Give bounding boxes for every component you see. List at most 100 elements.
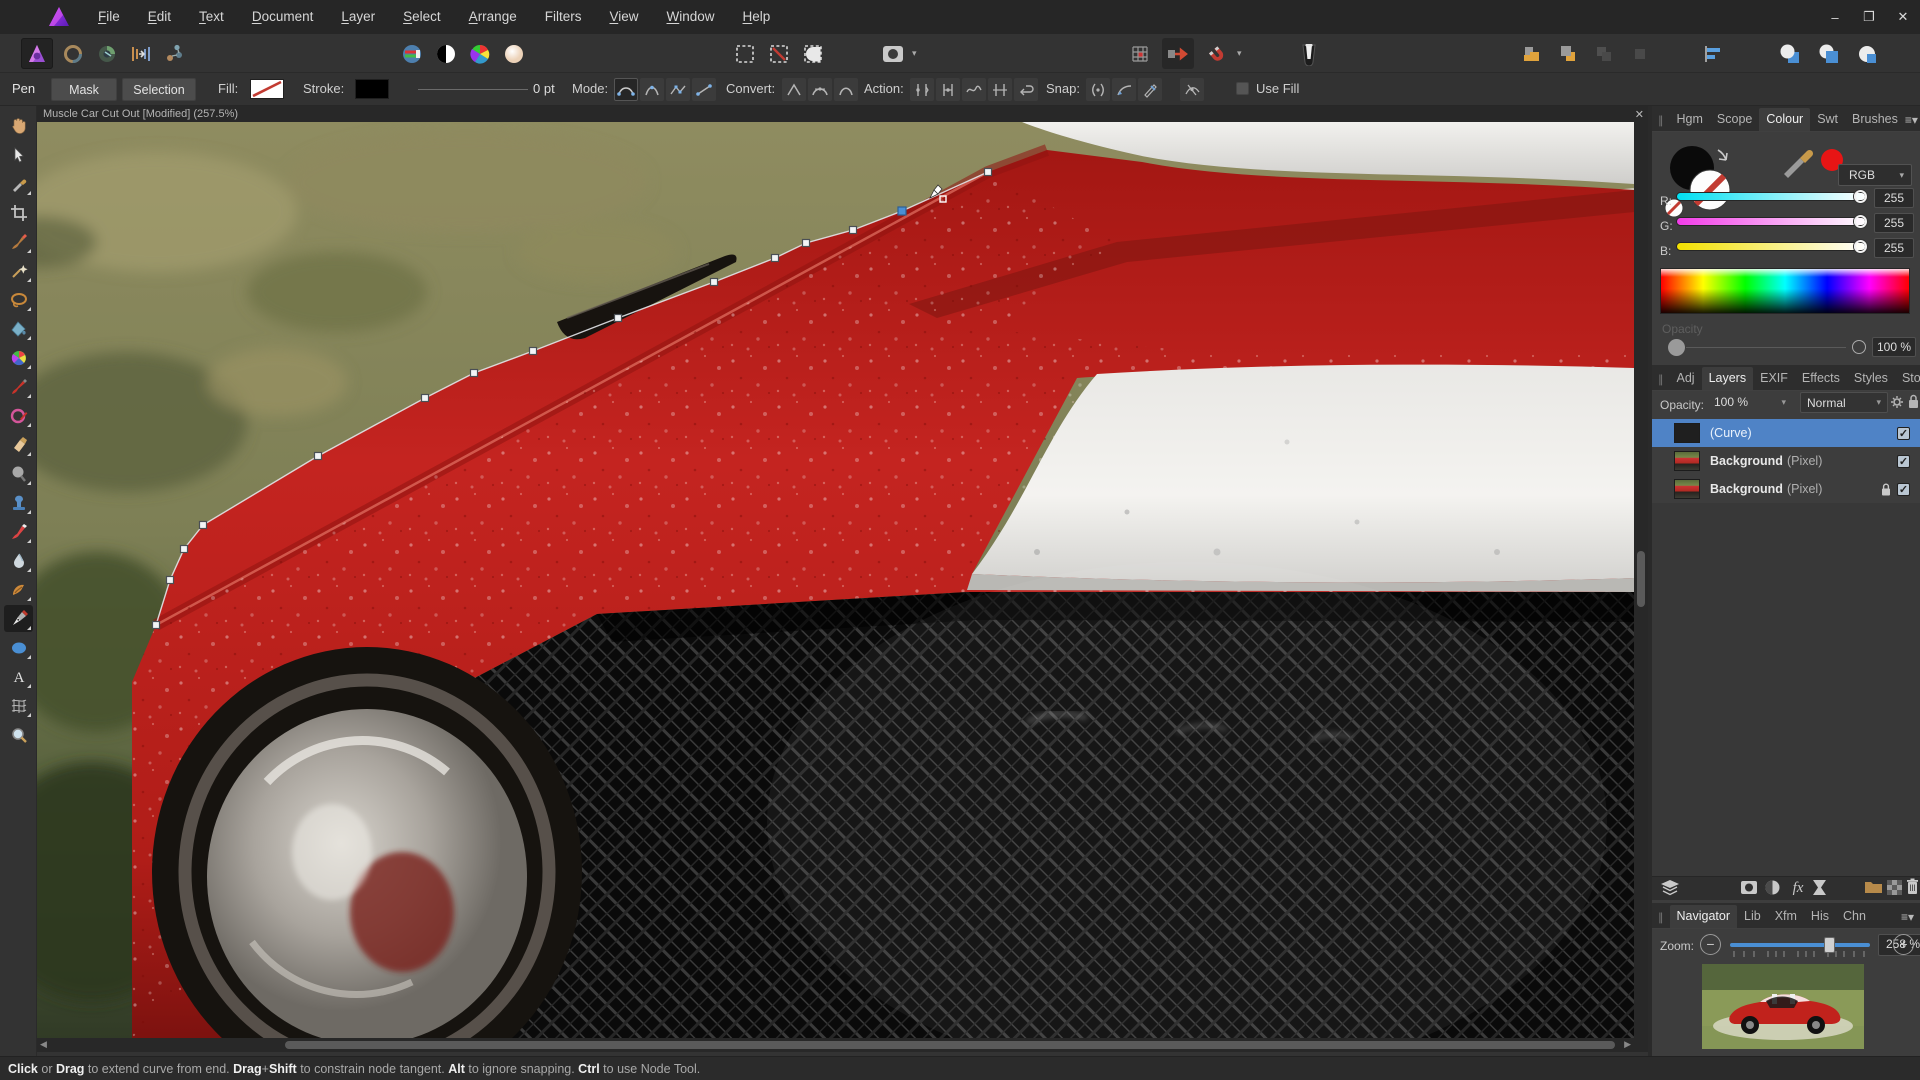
erase-brush-tool-icon[interactable]	[4, 431, 33, 458]
tab-navigator[interactable]: Navigator	[1670, 905, 1738, 928]
export-persona-icon[interactable]	[159, 38, 191, 69]
minimize-button[interactable]: –	[1818, 0, 1852, 34]
freehand-selection-tool-icon[interactable]	[4, 286, 33, 313]
tab-exif[interactable]: EXIF	[1753, 367, 1795, 390]
move-backward-icon[interactable]	[1624, 38, 1656, 69]
blend-options-gear-icon[interactable]	[1890, 395, 1904, 409]
new-mask-icon[interactable]	[877, 38, 909, 69]
gradient-tool-icon[interactable]	[4, 344, 33, 371]
action-break-curve-button[interactable]	[910, 78, 934, 101]
document-close-icon[interactable]: ✕	[1635, 108, 1644, 121]
fill-swatch[interactable]	[250, 79, 284, 99]
tone-mapping-persona-icon[interactable]	[125, 38, 157, 69]
colour-opacity-slider[interactable]	[1686, 347, 1846, 348]
close-button[interactable]: ✕	[1886, 0, 1920, 34]
action-reverse-curve-button[interactable]	[1014, 78, 1038, 101]
group-layers-icon[interactable]	[1864, 879, 1883, 895]
tab-effects[interactable]: Effects	[1795, 367, 1847, 390]
tab-swatches[interactable]: Swt	[1810, 108, 1845, 131]
blur-brush-tool-icon[interactable]	[4, 547, 33, 574]
auto-contrast-icon[interactable]	[430, 38, 462, 69]
shape-tool-icon[interactable]	[4, 634, 33, 661]
stroke-width-slider[interactable]	[418, 89, 528, 90]
text-tool-icon[interactable]: A	[4, 663, 33, 690]
assistant-manager-icon[interactable]	[1293, 38, 1325, 69]
new-mask-layer-icon[interactable]	[1740, 879, 1758, 896]
snapping-dropdown-caret[interactable]: ▾	[1237, 48, 1242, 59]
pen-mode-button[interactable]	[614, 78, 638, 101]
layers-drag-handle[interactable]: ∥	[1658, 373, 1664, 386]
canvas[interactable]	[37, 122, 1634, 1038]
zoom-in-button[interactable]: +	[1893, 934, 1914, 955]
move-tool-icon[interactable]	[4, 141, 33, 168]
auto-levels-icon[interactable]	[396, 38, 428, 69]
curve-layer-thumbnail[interactable]	[1674, 423, 1700, 443]
blue-slider-knob[interactable]	[1854, 240, 1867, 253]
vertical-scrollbar[interactable]	[1634, 122, 1648, 1052]
use-fill-checkbox[interactable]	[1236, 82, 1249, 95]
navigator-drag-handle[interactable]: ∥	[1658, 911, 1664, 924]
tab-colour[interactable]: Colour	[1759, 108, 1810, 131]
insert-behind-icon[interactable]	[1516, 38, 1548, 69]
menu-window[interactable]: Window	[653, 0, 729, 34]
flood-select-tool-icon[interactable]	[4, 257, 33, 284]
menu-filters[interactable]: Filters	[531, 0, 596, 34]
fill-stroke-swatches[interactable]	[1660, 138, 1780, 228]
document-tab[interactable]: Muscle Car Cut Out [Modified] (257.5%) ✕	[37, 106, 1648, 122]
geometry-divide-icon[interactable]	[1852, 38, 1884, 69]
action-smooth-curve-button[interactable]	[962, 78, 986, 101]
layer-stack-icon[interactable]	[1660, 879, 1680, 896]
tab-histogram[interactable]: Hgm	[1670, 108, 1710, 131]
navigator-panel-menu-icon[interactable]: ≡▾	[1901, 910, 1914, 928]
smudge-brush-tool-icon[interactable]	[4, 576, 33, 603]
green-slider-knob[interactable]	[1854, 215, 1867, 228]
stroke-swatch[interactable]	[355, 79, 389, 99]
snap-tangent-button[interactable]	[1112, 78, 1136, 101]
colour-replacement-brush-tool-icon[interactable]	[4, 402, 33, 429]
layer-visibility-checkbox[interactable]: ✓	[1897, 455, 1910, 468]
horizontal-scrollbar[interactable]: ◀ ▶	[37, 1038, 1634, 1052]
smart-mode-button[interactable]	[640, 78, 664, 101]
convert-sharp-button[interactable]	[782, 78, 806, 101]
blend-mode-dropdown[interactable]: Normal ▾	[1800, 392, 1888, 413]
green-value[interactable]: 255	[1874, 213, 1914, 233]
tab-brushes[interactable]: Brushes	[1845, 108, 1905, 131]
colour-opacity-value[interactable]: 100 %	[1872, 337, 1916, 357]
zoom-slider-knob[interactable]	[1824, 937, 1835, 953]
menu-view[interactable]: View	[595, 0, 652, 34]
layer-row-background-2[interactable]: Background (Pixel) ✓	[1652, 475, 1920, 503]
colour-picker-tool-icon[interactable]	[4, 170, 33, 197]
scroll-right-icon[interactable]: ▶	[1624, 1039, 1631, 1050]
polygon-mode-button[interactable]	[666, 78, 690, 101]
snapping-magnet-icon[interactable]	[1200, 38, 1232, 69]
delete-layer-icon[interactable]	[1906, 878, 1919, 895]
new-layer-icon[interactable]	[1886, 879, 1903, 896]
sculpt-button[interactable]	[1180, 78, 1204, 101]
background-layer-thumbnail[interactable]	[1674, 479, 1700, 499]
mesh-warp-tool-icon[interactable]	[4, 692, 33, 719]
layer-visibility-checkbox[interactable]: ✓	[1897, 427, 1910, 440]
select-all-icon[interactable]	[729, 38, 761, 69]
pixel-grid-icon[interactable]	[1124, 38, 1156, 69]
layer-row-curve[interactable]: (Curve) ✓	[1652, 419, 1920, 447]
vertical-scroll-thumb[interactable]	[1637, 551, 1645, 607]
tab-layers[interactable]: Layers	[1702, 367, 1754, 390]
view-tool-icon[interactable]	[4, 112, 33, 139]
red-value[interactable]: 255	[1874, 188, 1914, 208]
convert-smart-button[interactable]	[834, 78, 858, 101]
scroll-left-icon[interactable]: ◀	[40, 1039, 47, 1050]
red-slider[interactable]	[1676, 192, 1866, 201]
tab-scope[interactable]: Scope	[1710, 108, 1759, 131]
action-close-curve-button[interactable]	[936, 78, 960, 101]
pen-tool-icon[interactable]	[4, 605, 33, 632]
layer-visibility-checkbox[interactable]: ✓	[1897, 483, 1910, 496]
geometry-subtract-icon[interactable]	[1813, 38, 1845, 69]
red-slider-knob[interactable]	[1854, 190, 1867, 203]
maximize-button[interactable]: ❐	[1852, 0, 1886, 34]
flood-fill-tool-icon[interactable]	[4, 315, 33, 342]
panel-menu-icon[interactable]: ≡▾	[1905, 113, 1918, 131]
layer-row-background-1[interactable]: Background (Pixel) ✓	[1652, 447, 1920, 475]
zoom-tool-icon[interactable]	[4, 721, 33, 748]
zoom-slider-track[interactable]	[1730, 943, 1870, 947]
zoom-out-button[interactable]: −	[1700, 934, 1721, 955]
